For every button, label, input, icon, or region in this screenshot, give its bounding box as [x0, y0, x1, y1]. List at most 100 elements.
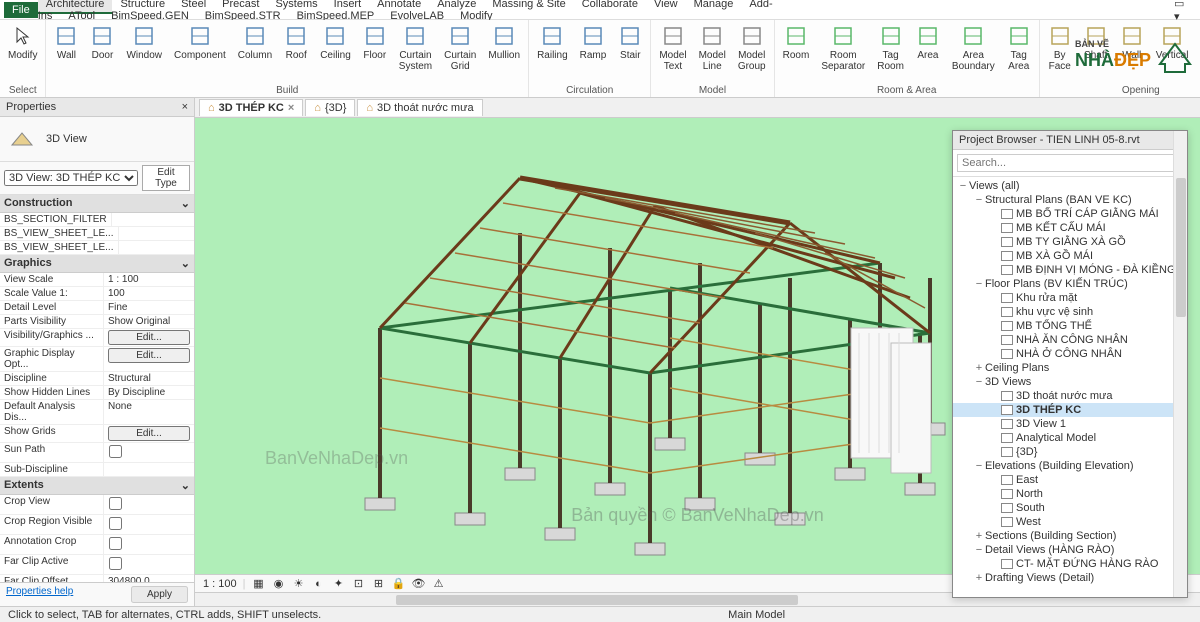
view-tab[interactable]: ⌂3D THÉP KC×: [199, 99, 303, 116]
tree-toggle[interactable]: −: [973, 194, 985, 206]
window-button[interactable]: Window: [122, 22, 166, 63]
tree-node[interactable]: South: [953, 501, 1187, 515]
detail-level-icon[interactable]: ▦: [252, 577, 266, 591]
visual-style-icon[interactable]: ◉: [272, 577, 286, 591]
rendering-icon[interactable]: ✦: [332, 577, 346, 591]
prop-row[interactable]: BS_SECTION_FILTER: [0, 213, 194, 227]
prop-row[interactable]: Scale Value 1:100: [0, 287, 194, 301]
menu-tab-collaborate[interactable]: Collaborate: [574, 0, 646, 12]
dormer-button[interactable]: Dormer: [1197, 22, 1200, 63]
modify-button[interactable]: Modify: [4, 22, 41, 63]
component-button[interactable]: Component: [170, 22, 230, 63]
tree-node[interactable]: MB TY GIẰNG XÀ GỒ: [953, 235, 1187, 249]
prop-value[interactable]: 100: [104, 287, 194, 300]
prop-value[interactable]: [119, 227, 195, 240]
prop-row[interactable]: Sun Path: [0, 443, 194, 463]
prop-value[interactable]: [104, 463, 194, 476]
tree-node[interactable]: −Floor Plans (BV KIẾN TRÚC): [953, 277, 1187, 291]
column-button[interactable]: Column: [234, 22, 276, 63]
tree-toggle[interactable]: +: [973, 572, 985, 584]
tree-node[interactable]: −Views (all): [953, 179, 1187, 193]
prop-row[interactable]: Far Clip Active: [0, 555, 194, 575]
view-selector[interactable]: 3D View: 3D THÉP KC: [4, 170, 138, 186]
ramp-button[interactable]: Ramp: [576, 22, 611, 63]
roof-button[interactable]: Roof: [280, 22, 312, 63]
hide-icon[interactable]: 👁: [412, 577, 426, 591]
crop-region-icon[interactable]: ⊞: [372, 577, 386, 591]
by-face-button[interactable]: By Face: [1044, 22, 1076, 74]
tree-node[interactable]: North: [953, 487, 1187, 501]
wall-button[interactable]: Wall: [50, 22, 82, 63]
prop-value[interactable]: Fine: [104, 301, 194, 314]
prop-value[interactable]: 304800.0: [104, 575, 194, 582]
prop-section-extents[interactable]: Extents⌄: [0, 477, 194, 495]
prop-value[interactable]: [119, 241, 195, 254]
tree-node[interactable]: MB ĐỊNH VỊ MÓNG - ĐÀ KIỀNG: [953, 263, 1187, 277]
prop-value[interactable]: [112, 213, 194, 226]
prop-row[interactable]: Sub-Discipline: [0, 463, 194, 477]
prop-value[interactable]: Edit...: [104, 329, 194, 346]
prop-value[interactable]: [104, 535, 194, 554]
tree-toggle[interactable]: −: [957, 180, 969, 192]
model-line-button[interactable]: Model Line: [695, 22, 730, 74]
prop-row[interactable]: Visibility/Graphics ...Edit...: [0, 329, 194, 347]
view-tab[interactable]: ⌂3D thoát nước mưa: [357, 99, 482, 116]
prop-value[interactable]: [104, 495, 194, 514]
reveal-icon[interactable]: ⚠: [432, 577, 446, 591]
tree-node[interactable]: East: [953, 473, 1187, 487]
tree-node[interactable]: +Drafting Views (Detail): [953, 571, 1187, 585]
close-icon[interactable]: ×: [288, 102, 294, 114]
mullion-button[interactable]: Mullion: [484, 22, 524, 63]
tree-node[interactable]: CT- MẶT ĐỨNG HÀNG RÀO: [953, 557, 1187, 571]
tree-node[interactable]: Analytical Model: [953, 431, 1187, 445]
tag-room-button[interactable]: Tag Room: [873, 22, 908, 74]
model-text-button[interactable]: Model Text: [655, 22, 690, 74]
prop-value[interactable]: Structural: [104, 372, 194, 385]
edit-button[interactable]: Edit...: [108, 426, 190, 441]
prop-value[interactable]: [104, 515, 194, 534]
tree-toggle[interactable]: −: [973, 544, 985, 556]
tree-node[interactable]: −Structural Plans (BAN VE KC): [953, 193, 1187, 207]
tree-node[interactable]: MB TỔNG THỂ: [953, 319, 1187, 333]
prop-value[interactable]: By Discipline: [104, 386, 194, 399]
tree-node[interactable]: NHÀ Ở CÔNG NHÂN: [953, 347, 1187, 361]
browser-tree[interactable]: −Views (all)−Structural Plans (BAN VE KC…: [953, 177, 1187, 597]
edit-type-button[interactable]: Edit Type: [142, 165, 190, 191]
tag-area-button[interactable]: Tag Area: [1003, 22, 1035, 74]
prop-row[interactable]: Crop View: [0, 495, 194, 515]
prop-row[interactable]: Parts VisibilityShow Original: [0, 315, 194, 329]
prop-row[interactable]: Show GridsEdit...: [0, 425, 194, 443]
prop-row[interactable]: Show Hidden LinesBy Discipline: [0, 386, 194, 400]
checkbox[interactable]: [109, 445, 122, 458]
tree-toggle[interactable]: −: [973, 376, 985, 388]
tree-node[interactable]: khu vực vệ sinh: [953, 305, 1187, 319]
checkbox[interactable]: [109, 497, 122, 510]
apply-button[interactable]: Apply: [131, 586, 188, 603]
menu-tab-manage[interactable]: Manage: [686, 0, 742, 12]
tree-node[interactable]: 3D thoát nước mưa: [953, 389, 1187, 403]
crop-icon[interactable]: ⊡: [352, 577, 366, 591]
tree-node[interactable]: 3D THÉP KC: [953, 403, 1187, 417]
tree-toggle[interactable]: +: [973, 362, 985, 374]
railing-button[interactable]: Railing: [533, 22, 572, 63]
sun-path-icon[interactable]: ☀: [292, 577, 306, 591]
tree-toggle[interactable]: +: [973, 530, 985, 542]
checkbox[interactable]: [109, 517, 122, 530]
tree-node[interactable]: −3D Views: [953, 375, 1187, 389]
tree-node[interactable]: 3D View 1: [953, 417, 1187, 431]
prop-value[interactable]: Edit...: [104, 425, 194, 442]
prop-row[interactable]: Far Clip Offset304800.0: [0, 575, 194, 582]
prop-row[interactable]: BS_VIEW_SHEET_LE...: [0, 227, 194, 241]
properties-help-link[interactable]: Properties help: [6, 586, 73, 603]
prop-row[interactable]: Annotation Crop: [0, 535, 194, 555]
prop-row[interactable]: Detail LevelFine: [0, 301, 194, 315]
close-icon[interactable]: ×: [182, 101, 188, 113]
prop-value[interactable]: [104, 443, 194, 462]
model-group-button[interactable]: Model Group: [734, 22, 770, 74]
ceiling-button[interactable]: Ceiling: [316, 22, 355, 63]
prop-section-construction[interactable]: Construction⌄: [0, 195, 194, 213]
status-model[interactable]: Main Model: [321, 609, 1192, 621]
shadows-icon[interactable]: ◐: [312, 577, 326, 591]
tree-node[interactable]: MB XÀ GỒ MÁI: [953, 249, 1187, 263]
view-tab[interactable]: ⌂{3D}: [305, 99, 355, 116]
